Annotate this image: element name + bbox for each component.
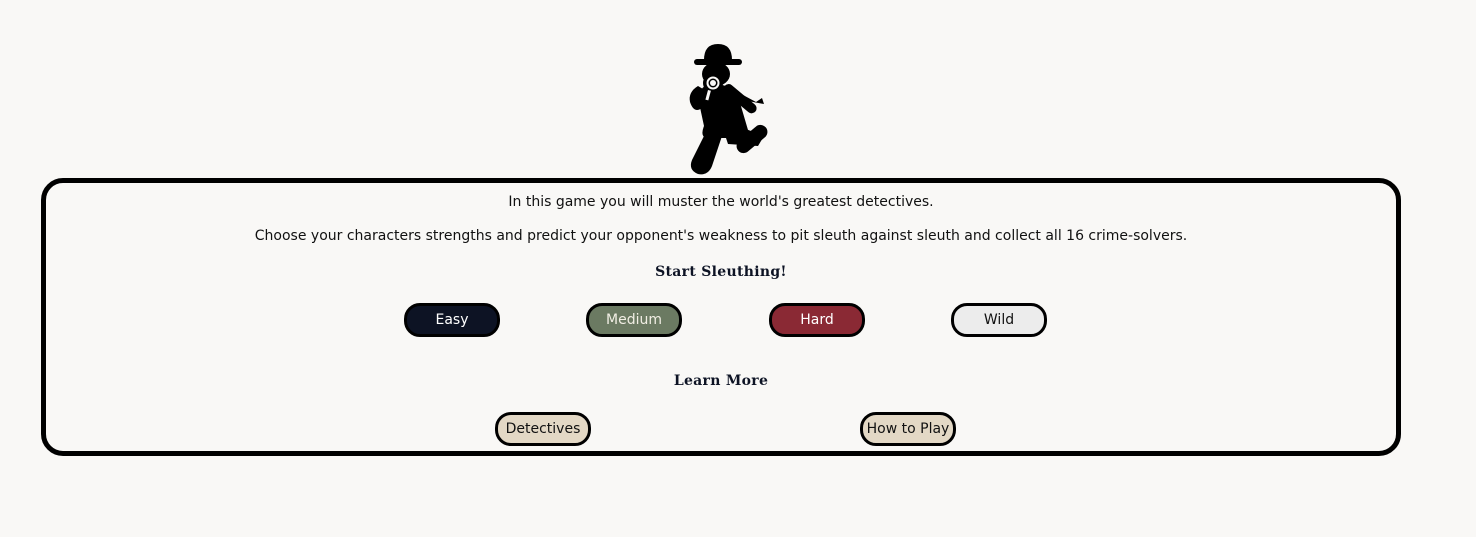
- hard-button[interactable]: Hard: [769, 303, 865, 337]
- detective-icon: [689, 44, 768, 175]
- start-heading: Start Sleuthing!: [655, 264, 787, 280]
- easy-button[interactable]: Easy: [404, 303, 500, 337]
- how-to-play-button[interactable]: How to Play: [860, 412, 956, 446]
- intro-text: In this game you will muster the world's…: [508, 194, 934, 210]
- landing-page: In this game you will muster the world's…: [0, 0, 1476, 537]
- detectives-button[interactable]: Detectives: [495, 412, 591, 446]
- wild-button[interactable]: Wild: [951, 303, 1047, 337]
- intro-panel: In this game you will muster the world's…: [41, 178, 1401, 456]
- medium-button[interactable]: Medium: [586, 303, 682, 337]
- description-text: Choose your characters strengths and pre…: [254, 228, 1188, 244]
- learn-more-heading: Learn More: [673, 373, 769, 389]
